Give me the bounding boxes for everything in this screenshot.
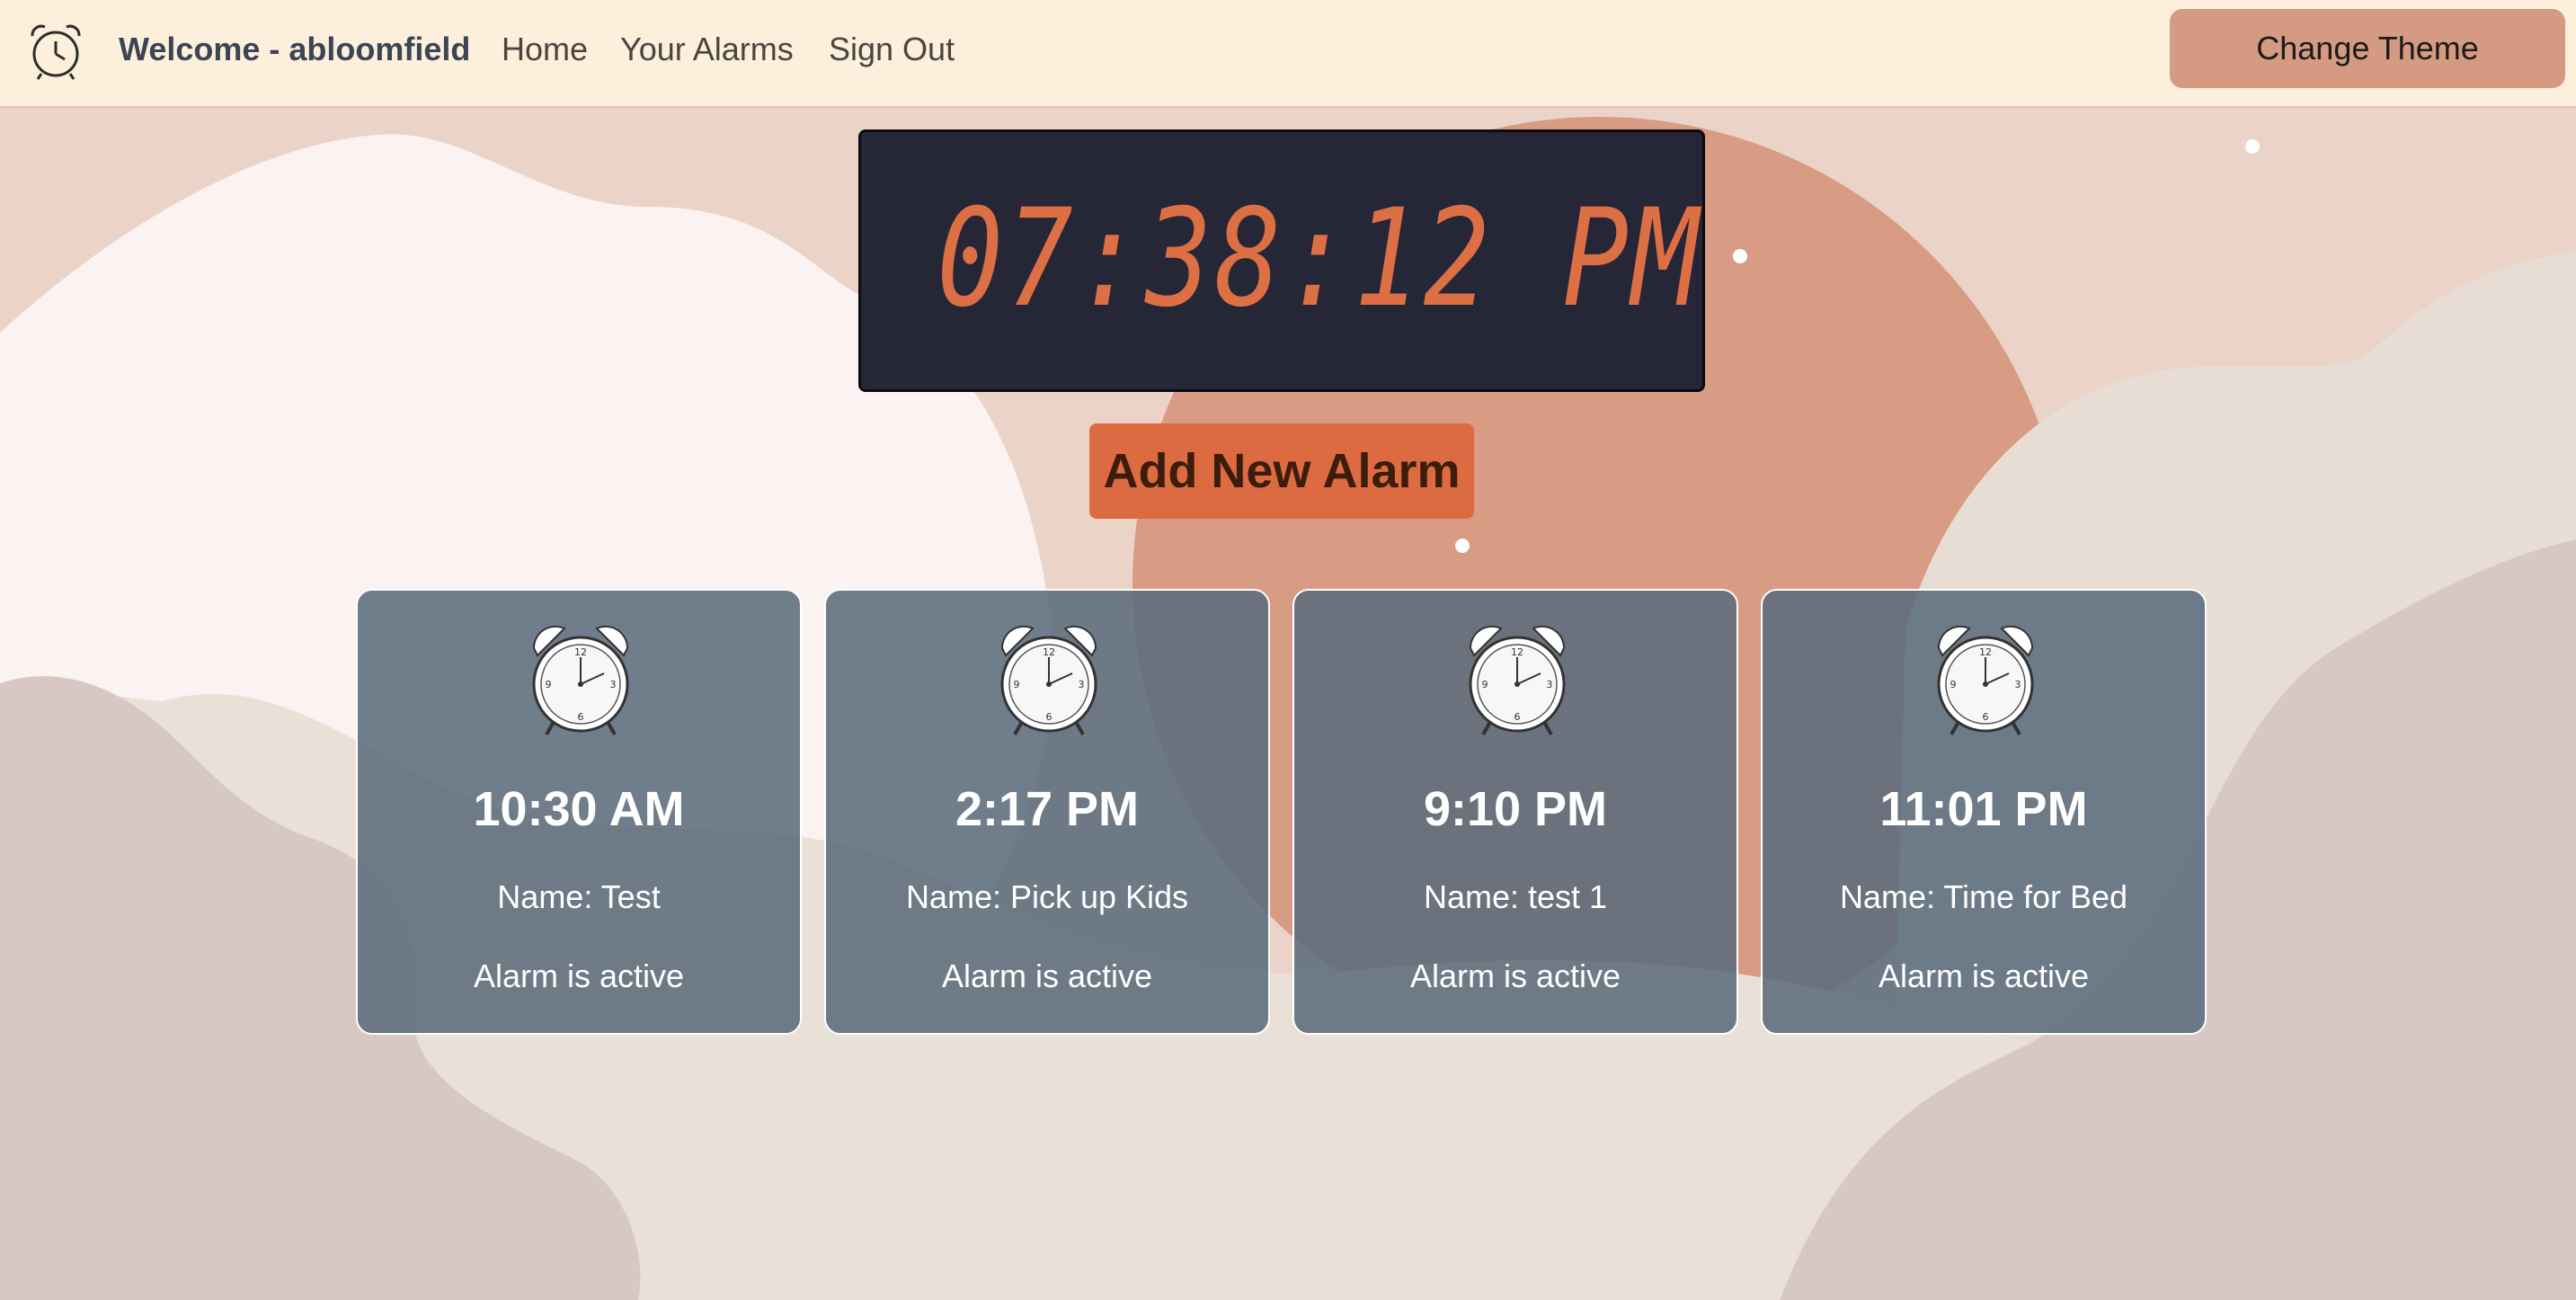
svg-text:9: 9 xyxy=(1950,679,1957,690)
alarm-card[interactable]: 12 3 6 9 11:01 PM Name: Time for Bed Ala… xyxy=(1761,589,2207,1035)
svg-text:12: 12 xyxy=(1043,646,1055,658)
alarm-clock-icon: 12 3 6 9 xyxy=(532,625,629,735)
svg-text:6: 6 xyxy=(1046,711,1053,723)
alarm-status: Alarm is active xyxy=(1878,957,2090,994)
svg-text:12: 12 xyxy=(1511,646,1523,658)
alarm-clock-icon[interactable] xyxy=(23,18,88,83)
alarm-status: Alarm is active xyxy=(1409,957,1621,994)
svg-text:6: 6 xyxy=(1983,711,1989,723)
alarm-card[interactable]: 12 3 6 9 9:10 PM Name: test 1 Alarm is a… xyxy=(1292,589,1738,1035)
alarm-time: 11:01 PM xyxy=(1879,782,2088,836)
svg-text:12: 12 xyxy=(574,646,587,658)
svg-text:9: 9 xyxy=(1482,679,1488,690)
alarm-status: Alarm is active xyxy=(941,957,1153,994)
svg-text:9: 9 xyxy=(1014,679,1020,690)
alarm-time: 10:30 AM xyxy=(473,782,685,836)
top-navbar: Welcome - abloomfield Home Your Alarms S… xyxy=(0,0,2576,108)
nav-link-home[interactable]: Home xyxy=(502,31,588,68)
svg-text:9: 9 xyxy=(546,679,552,690)
welcome-text: Welcome - abloomfield xyxy=(119,31,471,67)
alarm-clock-icon: 12 3 6 9 xyxy=(1937,625,2034,735)
alarm-time: 2:17 PM xyxy=(955,782,1140,836)
clock-time: 07:38:12 PM xyxy=(937,181,1701,337)
svg-text:3: 3 xyxy=(1079,679,1085,690)
alarm-clock-icon: 12 3 6 9 xyxy=(1000,625,1097,735)
alarm-name: Name: test 1 xyxy=(1423,878,1608,915)
nav-link-your-alarms[interactable]: Your Alarms xyxy=(620,31,794,68)
nav-link-sign-out[interactable]: Sign Out xyxy=(829,31,955,68)
change-theme-button[interactable]: Change Theme xyxy=(2170,9,2565,88)
svg-text:3: 3 xyxy=(610,679,617,690)
add-new-alarm-button[interactable]: Add New Alarm xyxy=(1089,423,1474,519)
digital-clock: 07:38:12 PM xyxy=(858,129,1705,392)
alarm-clock-icon: 12 3 6 9 xyxy=(1469,625,1566,735)
svg-text:6: 6 xyxy=(1515,711,1521,723)
alarm-status: Alarm is active xyxy=(473,957,685,994)
alarm-time: 9:10 PM xyxy=(1423,782,1608,836)
svg-text:3: 3 xyxy=(2015,679,2021,690)
svg-text:12: 12 xyxy=(1979,646,1992,658)
alarm-card[interactable]: 12 3 6 9 10:30 AM Name: Test Alarm is ac… xyxy=(356,589,802,1035)
alarm-card[interactable]: 12 3 6 9 2:17 PM Name: Pick up Kids Alar… xyxy=(824,589,1270,1035)
alarm-name: Name: Time for Bed xyxy=(1839,878,2128,915)
svg-text:6: 6 xyxy=(578,711,584,723)
alarm-name: Name: Test xyxy=(497,878,661,915)
alarm-name: Name: Pick up Kids xyxy=(905,878,1189,915)
svg-text:3: 3 xyxy=(1547,679,1553,690)
